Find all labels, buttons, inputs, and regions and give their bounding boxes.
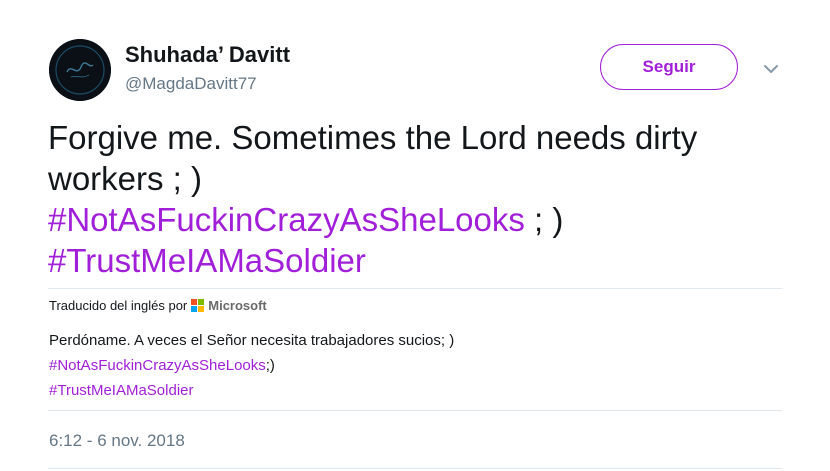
translated-text: Perdóname. A veces el Señor necesita tra… — [49, 328, 789, 403]
hashtag-link[interactable]: #TrustMeIAMaSoldier — [48, 242, 366, 279]
tweet-text-line: workers ; ) — [48, 160, 203, 197]
avatar[interactable] — [49, 39, 111, 101]
hashtag-link[interactable]: #NotAsFuckinCrazyAsSheLooks — [48, 201, 525, 238]
translated-text-line: #NotAsFuckinCrazyAsSheLooks;) — [49, 353, 789, 378]
tweet-text-line: #NotAsFuckinCrazyAsSheLooks ; ) — [48, 199, 808, 240]
tweet-text-suffix: ; ) — [524, 201, 564, 238]
divider — [48, 468, 782, 469]
author-display-name[interactable]: Shuhada’ Davitt — [125, 42, 290, 68]
microsoft-logo-icon — [191, 298, 205, 313]
translated-by-label: Traducido del inglés por — [49, 298, 188, 313]
divider — [48, 410, 782, 411]
translation-attribution: Traducido del inglés por Microsoft — [49, 298, 267, 313]
translation-provider-name: Microsoft — [208, 298, 267, 313]
tweet-text-line: #TrustMeIAMaSoldier — [48, 240, 808, 281]
translated-text-line: #TrustMeIAMaSoldier — [49, 378, 789, 403]
chevron-down-icon[interactable] — [762, 62, 780, 76]
hashtag-link[interactable]: #NotAsFuckinCrazyAsSheLooks — [49, 357, 266, 374]
tweet-card: Shuhada’ Davitt @MagdaDavitt77 Seguir Fo… — [0, 0, 830, 471]
author-handle[interactable]: @MagdaDavitt77 — [125, 74, 257, 94]
divider — [48, 288, 782, 289]
tweet-text-line: Forgive me. Sometimes the Lord needs dir… — [48, 119, 698, 156]
tweet-timestamp[interactable]: 6:12 - 6 nov. 2018 — [49, 431, 185, 451]
translated-text-suffix: ;) — [265, 357, 275, 374]
tweet-text: Forgive me. Sometimes the Lord needs dir… — [48, 117, 808, 281]
profile-avatar-icon — [49, 39, 111, 101]
translated-text-line: Perdóname. A veces el Señor necesita tra… — [49, 332, 455, 349]
hashtag-link[interactable]: #TrustMeIAMaSoldier — [49, 382, 194, 399]
follow-button[interactable]: Seguir — [600, 44, 738, 90]
